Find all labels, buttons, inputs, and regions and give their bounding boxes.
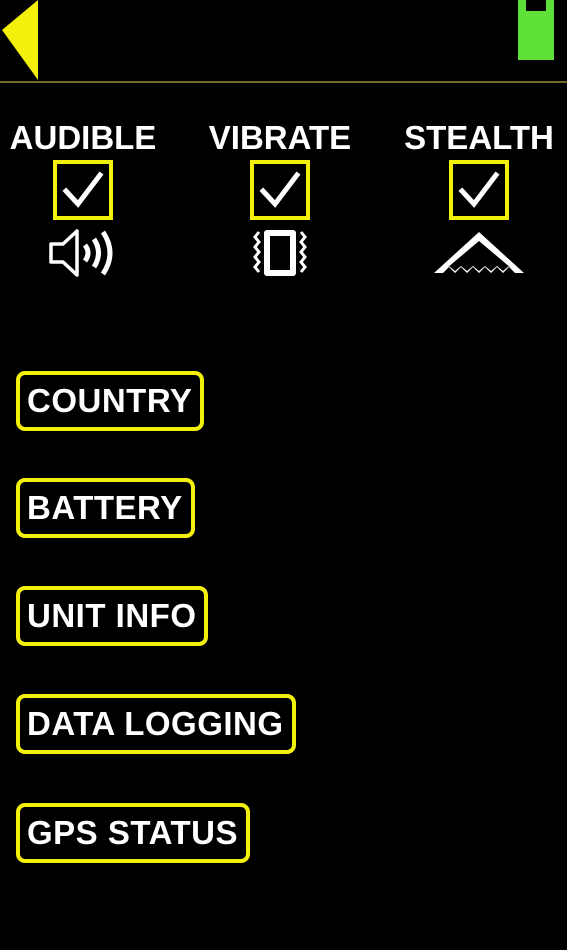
vibrate-checkbox[interactable]: [250, 160, 310, 220]
stealth-checkbox[interactable]: [449, 160, 509, 220]
top-bar: [0, 0, 567, 82]
data-logging-button[interactable]: DATA LOGGING: [16, 694, 296, 754]
checkmark-icon: [62, 171, 104, 208]
mode-label-vibrate: VIBRATE: [208, 119, 352, 156]
mode-audible: AUDIBLE: [0, 118, 173, 280]
audible-checkbox[interactable]: [53, 160, 113, 220]
battery-indicator: [518, 0, 554, 60]
gps-status-button[interactable]: GPS STATUS: [16, 803, 250, 863]
country-button[interactable]: COUNTRY: [16, 371, 205, 431]
back-arrow-icon: [2, 0, 38, 80]
battery-button-label: BATTERY: [27, 489, 183, 526]
vibrate-icon: [253, 230, 307, 276]
battery-level-icon: [518, 0, 554, 60]
battery-button[interactable]: BATTERY: [16, 478, 195, 538]
mode-stealth: STEALTH: [389, 118, 567, 280]
unit-info-button[interactable]: UNIT INFO: [16, 586, 209, 646]
stealth-icon: [434, 232, 524, 273]
settings-screen: AUDIBLE VIBRATE STEALTH COUNTRY BATTERY …: [0, 0, 567, 950]
country-button-label: COUNTRY: [27, 382, 193, 419]
gps-status-button-label: GPS STATUS: [27, 814, 238, 851]
speaker-icon: [49, 229, 113, 277]
mode-label-stealth: STEALTH: [404, 119, 554, 156]
mode-label-audible: AUDIBLE: [9, 119, 157, 156]
back-button[interactable]: [0, 0, 40, 80]
mode-vibrate: VIBRATE: [190, 118, 370, 280]
data-logging-button-label: DATA LOGGING: [27, 705, 284, 742]
checkmark-icon: [458, 171, 500, 208]
header-divider: [0, 81, 567, 83]
unit-info-button-label: UNIT INFO: [27, 597, 197, 634]
checkmark-icon: [259, 171, 301, 208]
